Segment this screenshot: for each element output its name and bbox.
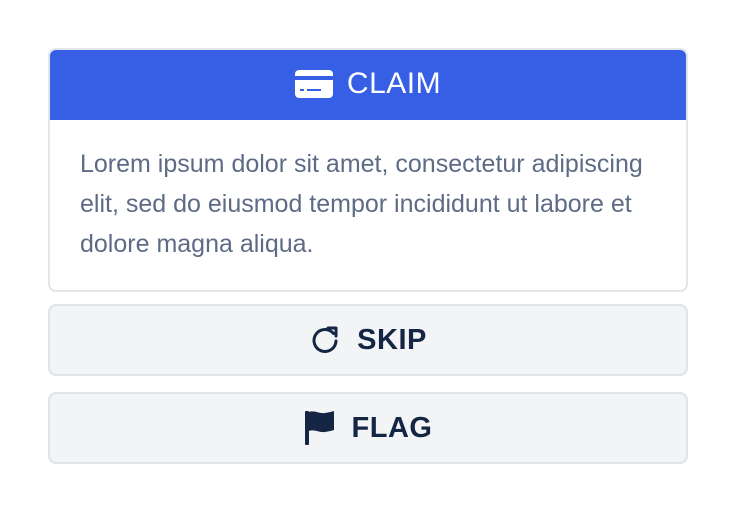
credit-card-icon [294, 70, 333, 98]
task-panel: CLAIM Lorem ipsum dolor sit amet, consec… [48, 48, 688, 464]
claim-button[interactable]: CLAIM [50, 50, 686, 120]
rotate-right-icon [309, 324, 341, 356]
card-description: Lorem ipsum dolor sit amet, consectetur … [80, 150, 643, 258]
flag-label: FLAG [351, 411, 433, 444]
skip-button[interactable]: SKIP [48, 304, 688, 376]
claim-card: CLAIM Lorem ipsum dolor sit amet, consec… [48, 48, 688, 292]
skip-label: SKIP [357, 323, 427, 356]
flag-icon [304, 410, 336, 446]
claim-label: CLAIM [346, 67, 442, 100]
flag-button[interactable]: FLAG [48, 392, 688, 464]
